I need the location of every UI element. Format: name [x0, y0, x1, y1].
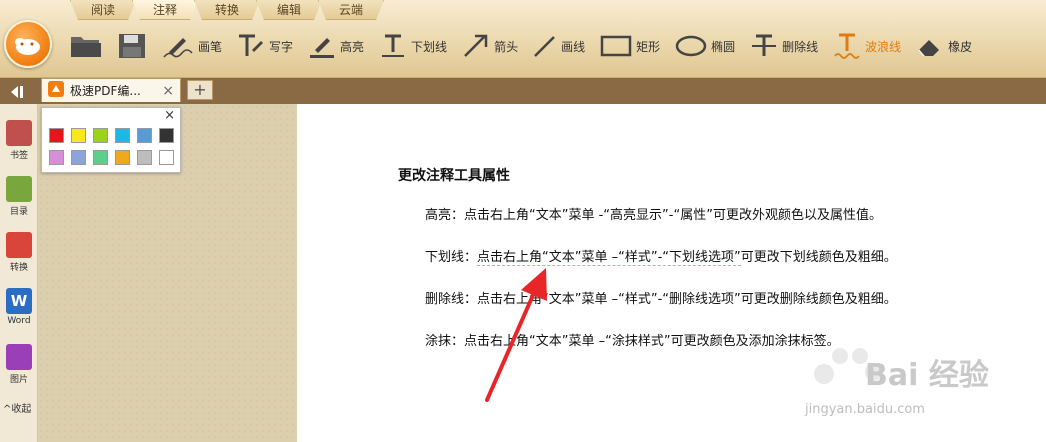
red-arrow-annotation: [485, 268, 547, 402]
arrow-shaft: [485, 284, 539, 402]
